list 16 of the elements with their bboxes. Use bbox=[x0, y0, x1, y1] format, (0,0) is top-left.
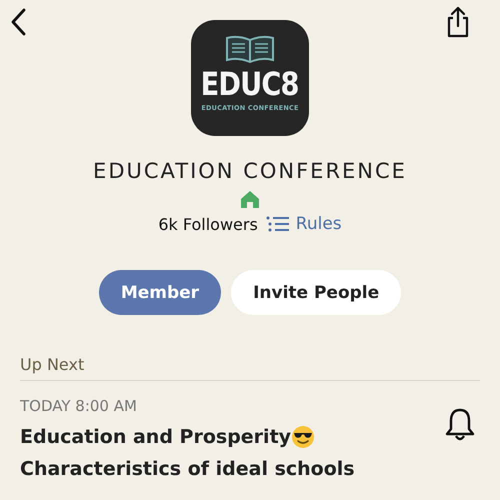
bell-icon[interactable] bbox=[445, 407, 475, 443]
event-title: Characteristics of ideal schools bbox=[20, 457, 355, 482]
event-title: Education and Prosperity bbox=[20, 425, 292, 450]
member-button[interactable]: Member bbox=[98, 270, 222, 315]
club-name: EDUCATION CONFERENCE bbox=[93, 158, 407, 184]
back-icon[interactable] bbox=[10, 8, 26, 36]
house-icon bbox=[240, 190, 260, 208]
logo-wordmark: EDUC8 bbox=[201, 64, 299, 104]
invite-button[interactable]: Invite People bbox=[231, 270, 402, 315]
list-icon bbox=[266, 216, 290, 232]
rules-link[interactable]: Rules bbox=[266, 214, 342, 234]
section-heading: Up Next bbox=[20, 355, 84, 374]
sunglasses-face-icon bbox=[291, 425, 316, 449]
book-icon bbox=[224, 34, 276, 64]
followers-count: 6k Followers bbox=[158, 214, 258, 234]
event-time: TODAY 8:00 AM bbox=[20, 397, 138, 415]
